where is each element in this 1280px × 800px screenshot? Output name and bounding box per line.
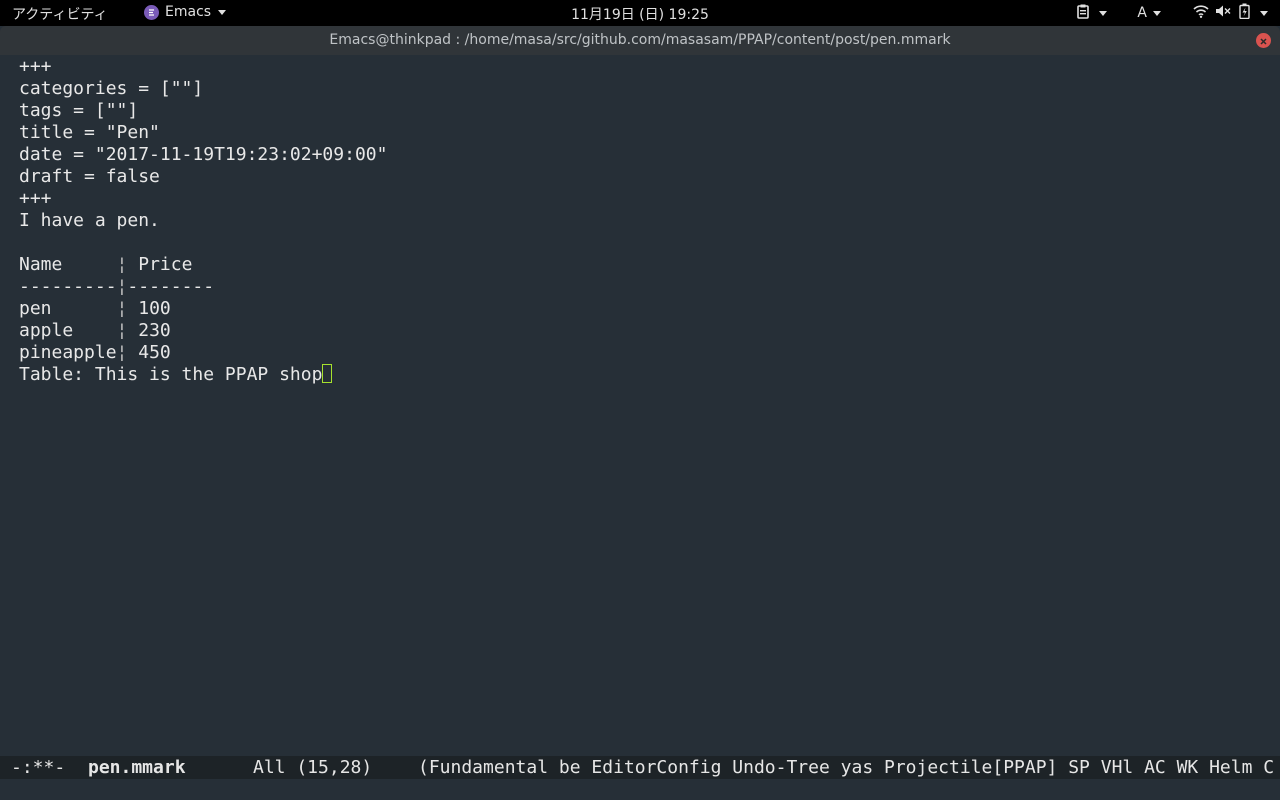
table-cell-name: pen (19, 298, 117, 319)
battery-charging-icon (1239, 3, 1250, 23)
system-tray: A (1063, 3, 1268, 23)
buffer-line: +++ (19, 56, 52, 77)
buffer-line: date = "2017-11-19T19:23:02+09:00" (19, 144, 388, 165)
chevron-down-icon (1260, 10, 1268, 16)
table-row: pineapple¦ 450 (19, 342, 387, 364)
text-cursor (322, 364, 333, 383)
chevron-down-icon (218, 9, 227, 15)
input-method-menu[interactable]: A (1137, 5, 1161, 21)
buffer-line: Table: This is the PPAP shop (19, 364, 387, 386)
buffer-line (19, 232, 387, 254)
wifi-icon (1193, 4, 1209, 22)
table-cell-name: apple (19, 320, 117, 341)
table-cell-name: pineapple (19, 342, 117, 363)
modeline-status: -:**- (11, 757, 66, 778)
top-bar: アクティビティ Emacs 11月19日 (日) 19:25 A (0, 0, 1280, 26)
table-rule-left: --------- (19, 276, 117, 297)
buffer-line: draft = false (19, 166, 160, 187)
table-rule-row: ---------¦-------- (19, 276, 387, 298)
mode-line[interactable]: -:**- pen.mmark All (15,28) (Fundamental… (0, 756, 1280, 779)
table-separator: ¦ (116, 276, 128, 297)
table-separator: ¦ (116, 298, 128, 319)
close-button[interactable] (1256, 33, 1271, 48)
status-menu[interactable] (1193, 3, 1268, 23)
input-method-label: A (1137, 5, 1147, 21)
modeline-position: All (15,28) (253, 757, 373, 778)
table-header-price: Price (127, 254, 193, 275)
buffer-line: categories = [""] (19, 78, 204, 99)
modeline-buffer-name[interactable]: pen.mmark (88, 756, 186, 779)
table-row: pen ¦ 100 (19, 298, 387, 320)
clipboard-icon (1077, 4, 1090, 23)
clock-button[interactable]: 11月19日 (日) 19:25 (571, 7, 709, 23)
buffer-line: title = "Pen" (19, 122, 160, 143)
table-caption: Table: This is the PPAP shop (19, 364, 323, 385)
chevron-down-icon (1099, 10, 1108, 16)
window-titlebar[interactable]: Emacs@thinkpad : /home/masa/src/github.c… (0, 26, 1280, 55)
modeline-modes[interactable]: (Fundamental be EditorConfig Undo-Tree y… (418, 756, 1274, 779)
app-menu-label: Emacs (165, 4, 212, 20)
close-icon (1260, 33, 1267, 49)
table-header-name: Name (19, 254, 117, 275)
table-header-row: Name ¦ Price (19, 254, 387, 276)
buffer-line: I have a pen. (19, 210, 160, 231)
table-row: apple ¦ 230 (19, 320, 387, 342)
buffer-line: +++ (19, 188, 52, 209)
chevron-down-icon (1153, 10, 1161, 16)
emacs-app-icon (144, 4, 159, 20)
table-rule-right: -------- (127, 276, 215, 297)
table-separator: ¦ (116, 254, 128, 275)
buffer-line: tags = [""] (19, 100, 139, 121)
table-separator: ¦ (116, 320, 128, 341)
activities-button[interactable]: アクティビティ (12, 4, 108, 24)
table-cell-price: 230 (127, 320, 171, 341)
app-menu[interactable]: Emacs (144, 4, 227, 20)
minibuffer[interactable] (0, 779, 1280, 800)
table-separator: ¦ (116, 342, 128, 363)
clipboard-menu[interactable] (1077, 4, 1108, 23)
editor-buffer[interactable]: +++ categories = [""] tags = [""] title … (0, 55, 1280, 756)
window-title: Emacs@thinkpad : /home/masa/src/github.c… (329, 32, 951, 48)
table-cell-price: 450 (127, 342, 171, 363)
volume-muted-icon (1215, 4, 1231, 22)
table-cell-price: 100 (127, 298, 171, 319)
